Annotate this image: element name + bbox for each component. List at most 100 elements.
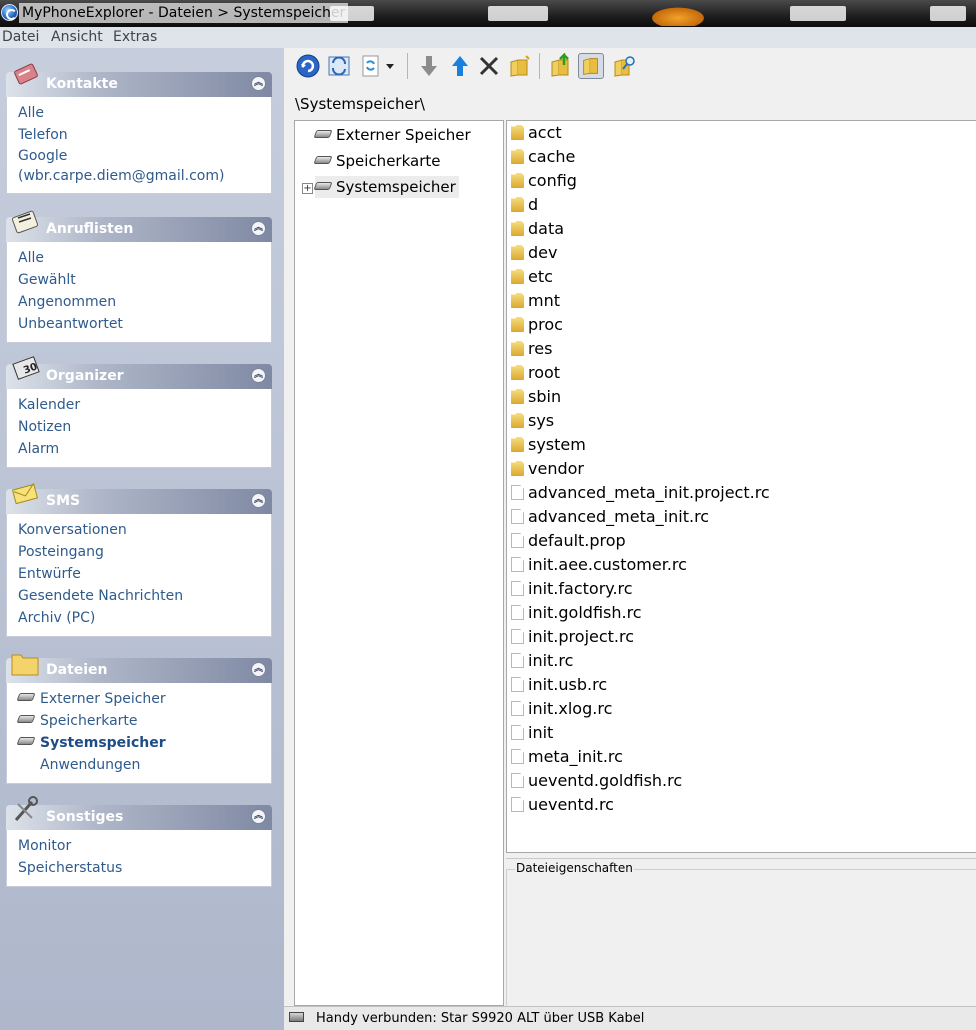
sync-icon[interactable] bbox=[326, 53, 352, 79]
collapse-icon[interactable]: ︽ bbox=[251, 76, 266, 91]
sidebar-item-alle[interactable]: Alle bbox=[7, 247, 271, 269]
file-icon bbox=[511, 677, 524, 692]
folder-row[interactable]: config bbox=[511, 169, 577, 193]
properties-panel: Dateieigenschaften bbox=[506, 858, 976, 1007]
file-row[interactable]: init.aee.customer.rc bbox=[511, 553, 687, 577]
folder-row[interactable]: etc bbox=[511, 265, 553, 289]
sidebar-item-konversationen[interactable]: Konversationen bbox=[7, 519, 271, 541]
file-icon bbox=[511, 629, 524, 644]
folder-row[interactable]: cache bbox=[511, 145, 575, 169]
folder-view-icon[interactable] bbox=[578, 53, 604, 79]
file-row[interactable]: init.goldfish.rc bbox=[511, 601, 642, 625]
collapse-icon[interactable]: ︽ bbox=[251, 662, 266, 677]
collapse-icon[interactable]: ︽ bbox=[251, 493, 266, 508]
panel-title: Kontakte bbox=[46, 76, 118, 92]
file-name: meta_init.rc bbox=[528, 747, 623, 766]
sidebar-item-unbeantwortet[interactable]: Unbeantwortet bbox=[7, 313, 271, 335]
tree-item-label: Systemspeicher bbox=[336, 178, 456, 196]
collapse-icon[interactable]: ︽ bbox=[251, 221, 266, 236]
sidebar-item-alle[interactable]: Alle bbox=[7, 102, 271, 124]
menu-extras[interactable]: Extras bbox=[113, 29, 157, 45]
panel-header[interactable]: Sonstiges ︽ bbox=[6, 796, 272, 830]
sidebar-item-angenommen[interactable]: Angenommen bbox=[7, 291, 271, 313]
sidebar-item-speicherstatus[interactable]: Speicherstatus bbox=[7, 857, 271, 879]
file-name: sbin bbox=[528, 387, 562, 406]
file-icon bbox=[511, 581, 524, 596]
folder-row[interactable]: d bbox=[511, 193, 538, 217]
panel-header[interactable]: 30 Organizer ︽ bbox=[6, 356, 272, 389]
expand-icon[interactable]: + bbox=[302, 183, 313, 194]
file-row[interactable]: advanced_meta_init.project.rc bbox=[511, 481, 770, 505]
background-app-icon bbox=[648, 6, 708, 26]
toolbar bbox=[284, 48, 976, 84]
file-name: etc bbox=[528, 267, 553, 286]
sidebar-item-google[interactable]: Google bbox=[7, 146, 271, 166]
sidebar-item-google-account[interactable]: (wbr.carpe.diem@gmail.com) bbox=[7, 166, 271, 186]
file-row[interactable]: init.project.rc bbox=[511, 625, 634, 649]
menu-datei[interactable]: Datei bbox=[2, 29, 39, 45]
sidebar-item-posteingang[interactable]: Posteingang bbox=[7, 541, 271, 563]
sidebar-item-speicherkarte[interactable]: Speicherkarte bbox=[7, 710, 271, 732]
file-row[interactable]: default.prop bbox=[511, 529, 626, 553]
tree-item-systemspeicher[interactable]: Systemspeicher bbox=[313, 176, 459, 198]
folder-row[interactable]: mnt bbox=[511, 289, 560, 313]
download-icon[interactable] bbox=[416, 53, 442, 79]
upload-icon[interactable] bbox=[447, 53, 473, 79]
panel-body: Monitor Speicherstatus bbox=[6, 830, 272, 887]
file-row[interactable]: init.factory.rc bbox=[511, 577, 633, 601]
file-row[interactable]: advanced_meta_init.rc bbox=[511, 505, 709, 529]
file-row[interactable]: ueventd.rc bbox=[511, 793, 614, 817]
sidebar-item-entwuerfe[interactable]: Entwürfe bbox=[7, 563, 271, 585]
file-row[interactable]: init.rc bbox=[511, 649, 573, 673]
file-row[interactable]: ueventd.goldfish.rc bbox=[511, 769, 682, 793]
tree-item-externer-speicher[interactable]: Externer Speicher bbox=[313, 124, 474, 146]
folder-tree[interactable]: + Externer Speicher Speicherkarte System… bbox=[294, 120, 504, 1006]
background-window-fragment bbox=[790, 6, 846, 21]
panel-header[interactable]: SMS ︽ bbox=[6, 483, 272, 514]
sidebar-item-telefon[interactable]: Telefon bbox=[7, 124, 271, 146]
new-folder-icon[interactable] bbox=[507, 53, 533, 79]
folder-row[interactable]: sys bbox=[511, 409, 554, 433]
folder-row[interactable]: sbin bbox=[511, 385, 561, 409]
sidebar-item-gesendete-nachrichten[interactable]: Gesendete Nachrichten bbox=[7, 585, 271, 607]
file-name: init.rc bbox=[528, 651, 574, 670]
delete-icon[interactable] bbox=[476, 53, 502, 79]
sidebar-item-anwendungen[interactable]: Anwendungen bbox=[7, 754, 271, 776]
folder-row[interactable]: data bbox=[511, 217, 564, 241]
file-row[interactable]: init.xlog.rc bbox=[511, 697, 612, 721]
file-row[interactable]: init.usb.rc bbox=[511, 673, 607, 697]
panel-header[interactable]: Kontakte ︽ bbox=[6, 63, 272, 97]
sidebar-item-kalender[interactable]: Kalender bbox=[7, 394, 271, 416]
menu-ansicht[interactable]: Ansicht bbox=[51, 29, 103, 45]
folder-up-icon[interactable] bbox=[548, 53, 574, 79]
folder-search-icon[interactable] bbox=[611, 53, 637, 79]
file-row[interactable]: init bbox=[511, 721, 553, 745]
file-list[interactable]: acct cache config d data dev etc mnt proc res root… bbox=[506, 120, 976, 853]
sidebar-item-notizen[interactable]: Notizen bbox=[7, 416, 271, 438]
file-row[interactable]: meta_init.rc bbox=[511, 745, 623, 769]
sidebar-item-archiv[interactable]: Archiv (PC) bbox=[7, 607, 271, 629]
sidebar-item-alarm[interactable]: Alarm bbox=[7, 438, 271, 460]
sidebar-item-systemspeicher[interactable]: Systemspeicher bbox=[7, 732, 271, 754]
sidebar-item-monitor[interactable]: Monitor bbox=[7, 835, 271, 857]
chevron-down-icon[interactable] bbox=[383, 53, 397, 79]
tree-item-speicherkarte[interactable]: Speicherkarte bbox=[313, 150, 443, 172]
folder-row[interactable]: proc bbox=[511, 313, 563, 337]
sidebar-item-gewaehlt[interactable]: Gewählt bbox=[7, 269, 271, 291]
folder-row[interactable]: vendor bbox=[511, 457, 584, 481]
folder-row[interactable]: root bbox=[511, 361, 560, 385]
folder-row[interactable]: dev bbox=[511, 241, 557, 265]
collapse-icon[interactable]: ︽ bbox=[251, 809, 266, 824]
file-name: init.project.rc bbox=[528, 627, 635, 646]
folder-row[interactable]: acct bbox=[511, 121, 562, 145]
sidebar-item-externer-speicher[interactable]: Externer Speicher bbox=[7, 688, 271, 710]
file-name: init.factory.rc bbox=[528, 579, 633, 598]
folder-row[interactable]: res bbox=[511, 337, 552, 361]
sidebar: Kontakte ︽ Alle Telefon Google (wbr.carp… bbox=[0, 48, 284, 1030]
panel-header[interactable]: Anruflisten ︽ bbox=[6, 210, 272, 242]
panel-header[interactable]: Dateien ︽ bbox=[6, 654, 272, 683]
refresh-icon[interactable] bbox=[295, 53, 321, 79]
transfer-icon[interactable] bbox=[358, 53, 384, 79]
collapse-icon[interactable]: ︽ bbox=[251, 368, 266, 383]
folder-row[interactable]: system bbox=[511, 433, 586, 457]
